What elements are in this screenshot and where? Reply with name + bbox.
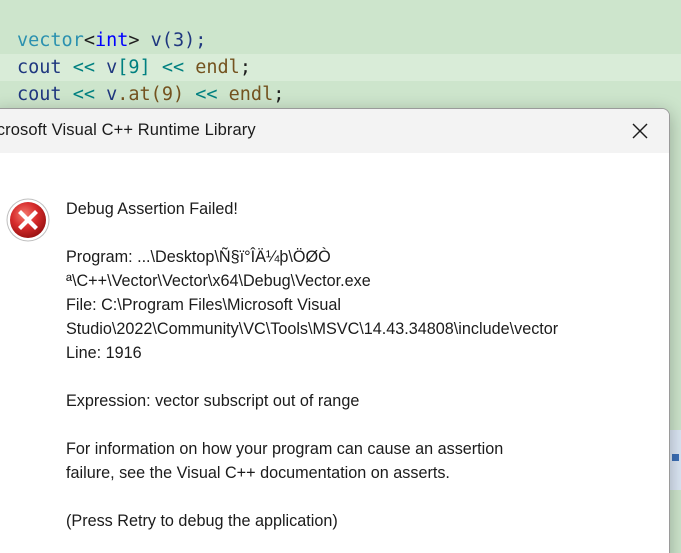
assertion-dialog: icrosoft Visual C++ Runtime Library Debu… — [0, 108, 670, 553]
info-text: For information on how your program can … — [66, 440, 504, 458]
code-token-op: << — [61, 84, 107, 105]
screen: vector<int> v(3); cout << v[9] << endl; … — [0, 0, 681, 553]
expression-text: Expression: vector subscript out of rang… — [66, 392, 360, 410]
code-token-index: [9] — [117, 57, 151, 78]
line-number: Line: 1916 — [66, 344, 142, 362]
code-token-ident: v — [106, 57, 118, 78]
program-path-line: Program: ...\Desktop\Ñ§ï°ÎÄ¼þ\ÖØÒ — [66, 248, 331, 266]
code-token-op: << — [150, 57, 196, 78]
dialog-title: icrosoft Visual C++ Runtime Library — [0, 121, 256, 139]
code-token-plain: v(3); — [139, 30, 207, 51]
error-icon — [6, 198, 50, 242]
close-button[interactable] — [619, 111, 661, 151]
file-path-line: Studio\2022\Community\VC\Tools\MSVC\14.4… — [66, 320, 559, 338]
code-token-ident: cout — [17, 84, 62, 105]
code-token-ident: cout — [17, 57, 62, 78]
code-token-op: < — [83, 30, 95, 51]
assertion-heading: Debug Assertion Failed! — [66, 200, 238, 218]
code-token-op: << — [61, 57, 107, 78]
code-token-type: vector — [17, 30, 84, 51]
code-token-op: > — [128, 30, 140, 51]
code-token-semicolon: ; — [273, 84, 285, 105]
background-window-marker — [672, 454, 679, 461]
code-token-ident: v — [106, 84, 118, 105]
code-token-op: << — [184, 84, 229, 105]
code-line[interactable]: cout << v.at(9) << endl; — [0, 81, 681, 108]
code-token-keyword: int — [94, 30, 129, 51]
retry-hint: (Press Retry to debug the application) — [66, 512, 338, 530]
code-line[interactable]: vector<int> v(3); — [0, 27, 681, 54]
dialog-message: Debug Assertion Failed! Program: ...\Des… — [66, 197, 656, 533]
dialog-titlebar[interactable]: icrosoft Visual C++ Runtime Library — [0, 109, 669, 153]
code-token-semicolon: ; — [239, 57, 251, 78]
file-path-line: File: C:\Program Files\Microsoft Visual — [66, 296, 341, 314]
info-text: failure, see the Visual C++ documentatio… — [66, 464, 450, 482]
code-token-fn: endl — [228, 84, 274, 105]
code-line[interactable]: cout << v[9] << endl; — [0, 54, 681, 81]
dialog-content: Debug Assertion Failed! Program: ...\Des… — [0, 153, 669, 553]
program-path-line: ª\C++\Vector\Vector\x64\Debug\Vector.exe — [66, 272, 371, 290]
code-token-fn: endl — [195, 57, 240, 78]
code-token-call: .at(9) — [117, 84, 185, 105]
close-icon — [632, 123, 648, 139]
